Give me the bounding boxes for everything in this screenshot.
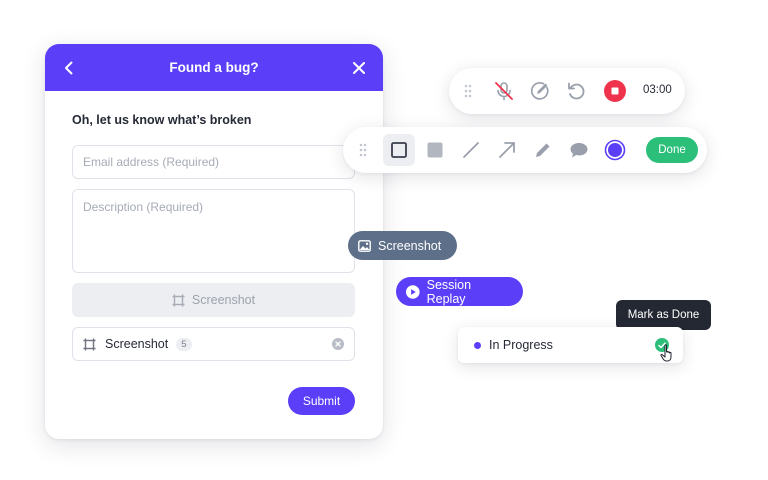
chevron-left-icon xyxy=(65,61,73,75)
rectangle-tool[interactable] xyxy=(383,134,415,166)
panel-header: Found a bug? xyxy=(45,44,383,91)
arrow-icon xyxy=(499,142,515,158)
status-label: In Progress xyxy=(489,338,553,352)
form-intro: Oh, let us know what’s broken xyxy=(72,113,252,127)
description-field[interactable] xyxy=(72,189,355,273)
back-button[interactable] xyxy=(59,58,79,78)
remove-attachment-button[interactable] xyxy=(332,338,344,350)
recording-toolbar: 03:00 xyxy=(449,68,685,114)
line-icon xyxy=(463,142,479,158)
screenshot-crop-icon xyxy=(83,338,96,350)
screenshot-chip[interactable]: Screenshot xyxy=(348,231,457,260)
comment-icon xyxy=(570,143,588,158)
submit-button[interactable]: Submit xyxy=(288,387,355,415)
stop-recording-button[interactable] xyxy=(604,80,626,102)
take-screenshot-button[interactable]: Screenshot xyxy=(72,283,355,317)
color-picker[interactable] xyxy=(599,134,631,166)
restart-icon xyxy=(568,82,585,100)
screenshot-crop-icon xyxy=(172,294,185,306)
drag-handle[interactable] xyxy=(347,134,379,166)
hand-cursor-icon xyxy=(660,344,672,362)
stop-recording-icon xyxy=(604,80,626,102)
close-icon xyxy=(353,62,365,74)
session-replay-chip[interactable]: Session Replay xyxy=(396,277,523,306)
mark-as-done-tooltip: Mark as Done xyxy=(616,300,711,330)
take-screenshot-label: Screenshot xyxy=(191,293,256,307)
annotation-toolbar: Done xyxy=(343,127,707,173)
attachment-label: Screenshot xyxy=(105,337,169,351)
screenshot-attachment[interactable]: Screenshot 5 xyxy=(72,327,355,361)
drag-handle-icon xyxy=(359,143,367,157)
rectangle-icon xyxy=(391,142,407,158)
close-button[interactable] xyxy=(349,58,369,78)
color-picker-icon xyxy=(604,139,626,161)
annotate-button[interactable] xyxy=(529,80,551,102)
line-tool[interactable] xyxy=(455,134,487,166)
recording-timer: 03:00 xyxy=(643,84,672,96)
done-button[interactable]: Done xyxy=(646,137,698,163)
comment-tool[interactable] xyxy=(563,134,595,166)
bug-report-panel: Found a bug? Oh, let us know what’s brok… xyxy=(45,44,383,439)
email-field[interactable] xyxy=(72,145,355,179)
filled-rectangle-icon xyxy=(427,142,443,158)
restart-recording-button[interactable] xyxy=(565,80,587,102)
pen-icon xyxy=(536,143,550,157)
panel-title: Found a bug? xyxy=(169,60,259,75)
drag-handle-icon xyxy=(464,84,472,98)
drag-handle[interactable] xyxy=(457,80,479,102)
play-icon xyxy=(406,284,420,299)
attachment-count-badge: 5 xyxy=(176,337,192,351)
annotate-icon xyxy=(530,82,549,100)
filled-rectangle-tool[interactable] xyxy=(419,134,451,166)
screenshot-chip-label: Screenshot xyxy=(378,238,442,253)
arrow-tool[interactable] xyxy=(491,134,523,166)
status-dot xyxy=(474,342,481,349)
status-card: In Progress xyxy=(458,327,683,363)
image-icon xyxy=(358,239,371,252)
pen-tool[interactable] xyxy=(527,134,559,166)
close-icon xyxy=(335,341,341,347)
session-replay-label: Session Replay xyxy=(426,277,472,306)
microphone-toggle[interactable] xyxy=(493,80,515,102)
mic-muted-icon xyxy=(495,82,513,101)
